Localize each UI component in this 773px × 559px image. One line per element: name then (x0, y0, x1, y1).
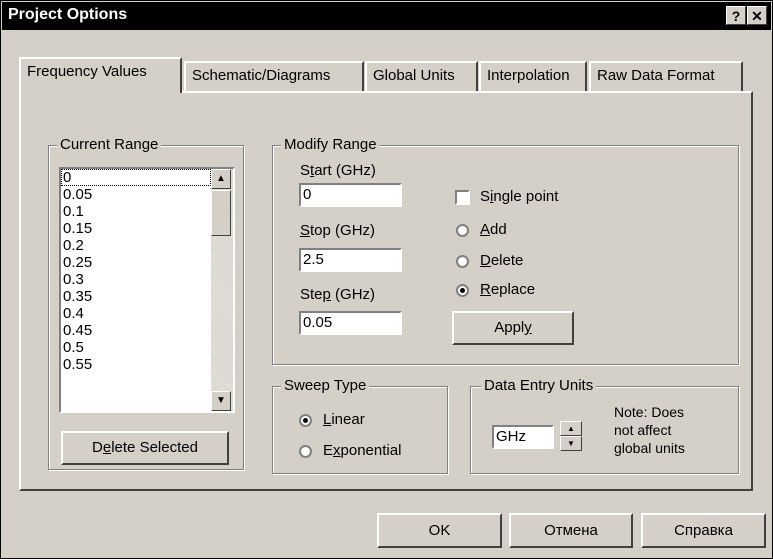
tab-schematic-diagrams[interactable]: Schematic/Diagrams (184, 61, 364, 91)
exponential-label: Exponential (323, 442, 402, 459)
add-radio[interactable] (456, 224, 469, 237)
stop-label: Stop (GHz) (300, 222, 376, 239)
delete-radio[interactable] (456, 255, 469, 268)
title-bar: Project Options ? ✕ (2, 2, 771, 30)
close-button[interactable]: ✕ (747, 6, 767, 25)
spin-down-icon[interactable]: ▼ (560, 436, 582, 451)
delete-selected-button[interactable]: Delete Selected (61, 431, 229, 465)
cancel-button[interactable]: Отмена (509, 513, 633, 548)
units-note: Note: Does not affect global units (614, 404, 685, 456)
list-item[interactable]: 0.1 (61, 203, 211, 220)
scroll-thumb[interactable] (211, 190, 231, 236)
list-item[interactable]: 0.3 (61, 271, 211, 288)
linear-label: Linear (323, 411, 365, 428)
list-scrollbar[interactable]: ▲ ▼ (211, 169, 233, 411)
step-label: Step (GHz) (300, 286, 376, 303)
spin-up-icon[interactable]: ▲ (560, 421, 582, 436)
help-footer-button[interactable]: Справка (641, 513, 766, 548)
replace-radio[interactable] (456, 284, 469, 297)
help-button[interactable]: ? (726, 6, 746, 25)
apply-button[interactable]: Apply (452, 311, 574, 345)
tab-interpolation[interactable]: Interpolation (479, 61, 587, 91)
sweep-type-group: Sweep Type (272, 377, 448, 474)
step-input[interactable]: 0.05 (299, 311, 402, 335)
units-spinner[interactable]: ▲ ▼ (560, 421, 582, 451)
units-input[interactable]: GHz (492, 425, 554, 449)
start-label: Start (GHz) (300, 162, 376, 179)
start-input[interactable]: 0 (299, 183, 402, 207)
frequency-list[interactable]: 0 0.05 0.1 0.15 0.2 0.25 0.3 0.35 0.4 0.45 0.5 0.55… (59, 167, 235, 413)
list-item[interactable]: 0.25 (61, 254, 211, 271)
window-title: Project Options (8, 6, 128, 23)
current-range-title: Current Range (57, 136, 162, 154)
list-item[interactable]: 0.2 (61, 237, 211, 254)
list-item[interactable]: 0.4 (61, 305, 211, 322)
list-item[interactable]: 0.5 (61, 339, 211, 356)
list-item[interactable]: 0.05 (61, 186, 211, 203)
list-item[interactable]: 0.55 (61, 356, 211, 373)
linear-radio[interactable] (299, 414, 312, 427)
scroll-down-icon[interactable]: ▼ (211, 391, 231, 411)
replace-label: Replace (480, 281, 536, 298)
single-point-label: Single point (480, 188, 559, 205)
single-point-checkbox[interactable] (455, 190, 470, 205)
list-item[interactable]: 0.15 (61, 220, 211, 237)
tab-global-units[interactable]: Global Units (365, 61, 478, 91)
list-item[interactable]: 0 (61, 169, 211, 186)
data-entry-units-title: Data Entry Units (481, 377, 597, 395)
exponential-radio[interactable] (299, 445, 312, 458)
list-item[interactable]: 0.35 (61, 288, 211, 305)
list-item[interactable]: 0.45 (61, 322, 211, 339)
add-label: Add (480, 221, 507, 238)
project-options-dialog: Project Options ? ✕ Frequency Values Sch… (0, 0, 773, 559)
modify-range-title: Modify Range (281, 136, 380, 154)
sweep-type-title: Sweep Type (281, 377, 370, 395)
stop-input[interactable]: 2.5 (299, 248, 402, 272)
ok-button[interactable]: OK (377, 513, 502, 548)
scroll-up-icon[interactable]: ▲ (211, 169, 231, 189)
tab-raw-data-format[interactable]: Raw Data Format (589, 61, 743, 91)
tab-frequency-values[interactable]: Frequency Values (19, 57, 182, 93)
delete-label: Delete (480, 252, 524, 269)
